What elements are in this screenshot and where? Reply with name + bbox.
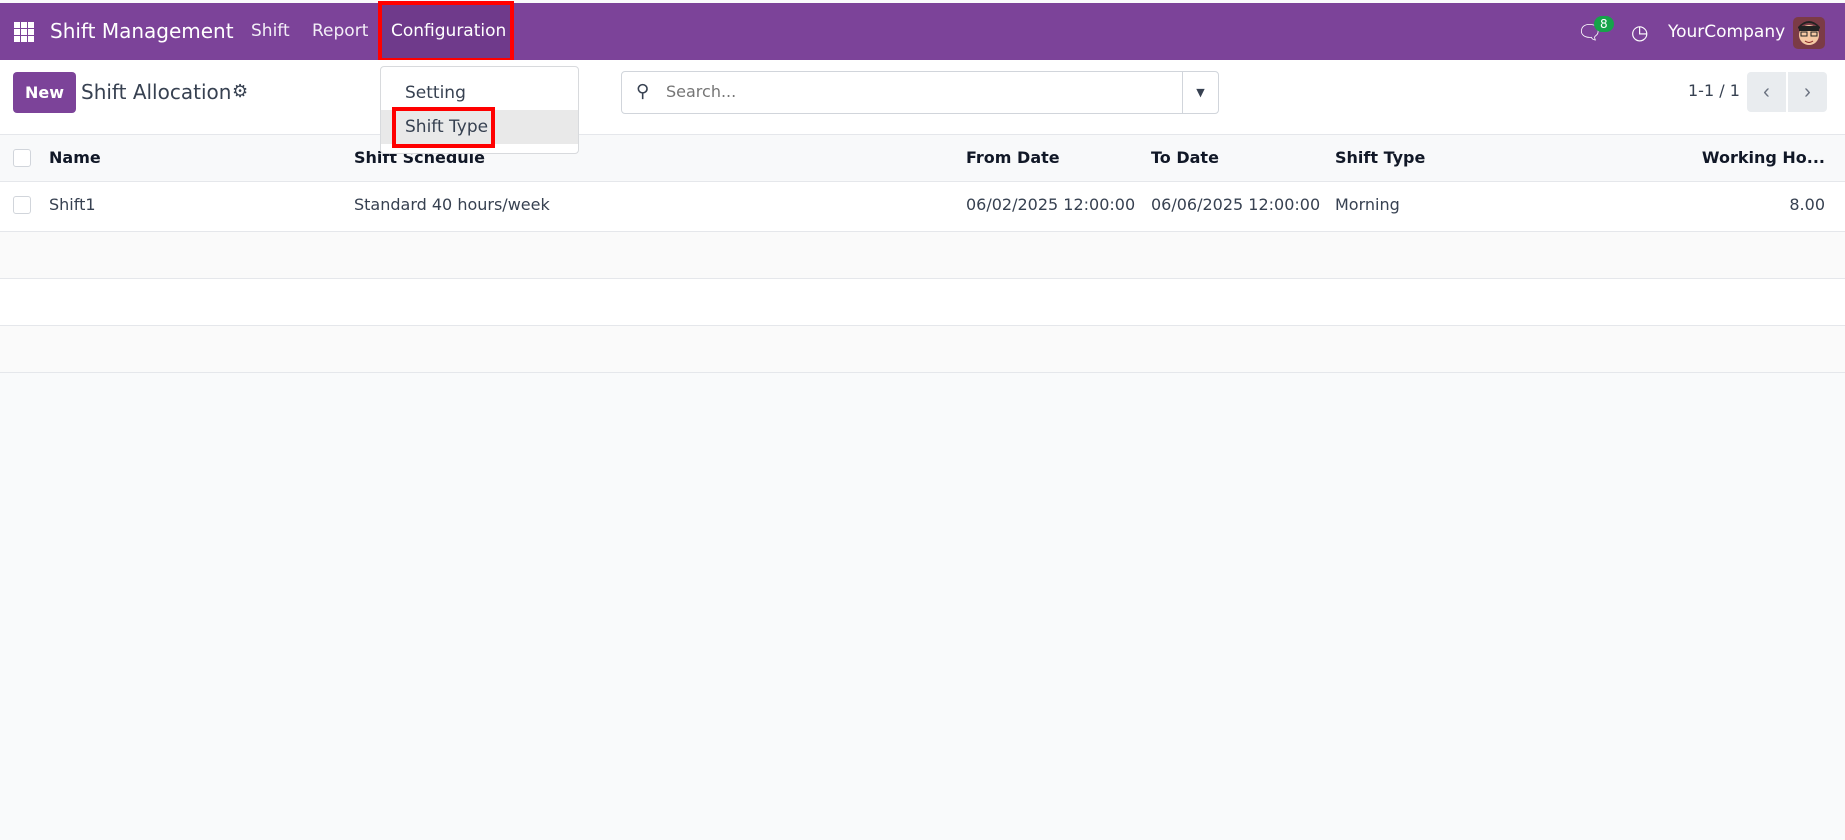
clock-icon[interactable]: ◷ [1631, 3, 1648, 60]
search-input[interactable] [666, 82, 1146, 101]
empty-row [0, 232, 1845, 279]
app-title[interactable]: Shift Management [50, 19, 234, 43]
header-working-hours[interactable]: Working Ho... [1702, 148, 1825, 167]
cell-from-date: 06/02/2025 12:00:00 [966, 195, 1136, 214]
menu-configuration[interactable]: Configuration [391, 21, 506, 41]
table-row[interactable]: Shift1 Standard 40 hours/week 06/02/2025… [0, 182, 1845, 232]
cell-working-hours: 8.00 [1789, 195, 1825, 214]
pager-previous-button[interactable]: ‹ [1747, 72, 1786, 112]
search-bar: ⚲ ▼ [621, 71, 1219, 114]
empty-row [0, 279, 1845, 326]
control-panel: New Shift Allocation ⚙ ⚲ ▼ 1-1 / 1 ‹ › [0, 60, 1845, 135]
menu-item-label: Setting [405, 83, 466, 103]
app-grid-icon[interactable] [14, 22, 34, 42]
menu-shift[interactable]: Shift [251, 21, 290, 41]
top-navbar: Shift Management Shift Report Configurat… [0, 1, 1845, 62]
header-from-date[interactable]: From Date [966, 148, 1060, 167]
menu-item-setting[interactable]: Setting [381, 76, 578, 110]
page-title: Shift Allocation [81, 80, 232, 104]
pager-value[interactable]: 1-1 / 1 [1688, 81, 1740, 100]
header-to-date[interactable]: To Date [1151, 148, 1219, 167]
menu-report[interactable]: Report [312, 21, 368, 41]
cell-shift-schedule: Standard 40 hours/week [354, 195, 550, 214]
pager-next-button[interactable]: › [1788, 72, 1827, 112]
cell-shift-type: Morning [1335, 195, 1400, 214]
header-name[interactable]: Name [49, 148, 101, 167]
search-icon: ⚲ [636, 81, 650, 102]
search-options-caret-icon[interactable]: ▼ [1182, 72, 1218, 113]
header-shift-type[interactable]: Shift Type [1335, 148, 1425, 167]
cell-name: Shift1 [49, 195, 96, 214]
select-all-checkbox[interactable] [13, 149, 31, 167]
cell-to-date: 06/06/2025 12:00:00 [1151, 195, 1321, 214]
empty-row [0, 326, 1845, 373]
chat-count-badge: 8 [1594, 16, 1614, 32]
configuration-dropdown: Setting Shift Type [380, 66, 579, 154]
menu-item-shift-type[interactable]: Shift Type [381, 107, 578, 148]
company-switcher[interactable]: YourCompany [1668, 3, 1785, 60]
avatar[interactable] [1793, 17, 1825, 49]
table-header: Name Shift Schedule From Date To Date Sh… [0, 135, 1845, 182]
row-checkbox[interactable] [13, 196, 31, 214]
new-button[interactable]: New [13, 72, 76, 113]
gear-icon[interactable]: ⚙ [232, 81, 248, 102]
list-table: Name Shift Schedule From Date To Date Sh… [0, 135, 1845, 373]
highlight-box [392, 107, 495, 148]
